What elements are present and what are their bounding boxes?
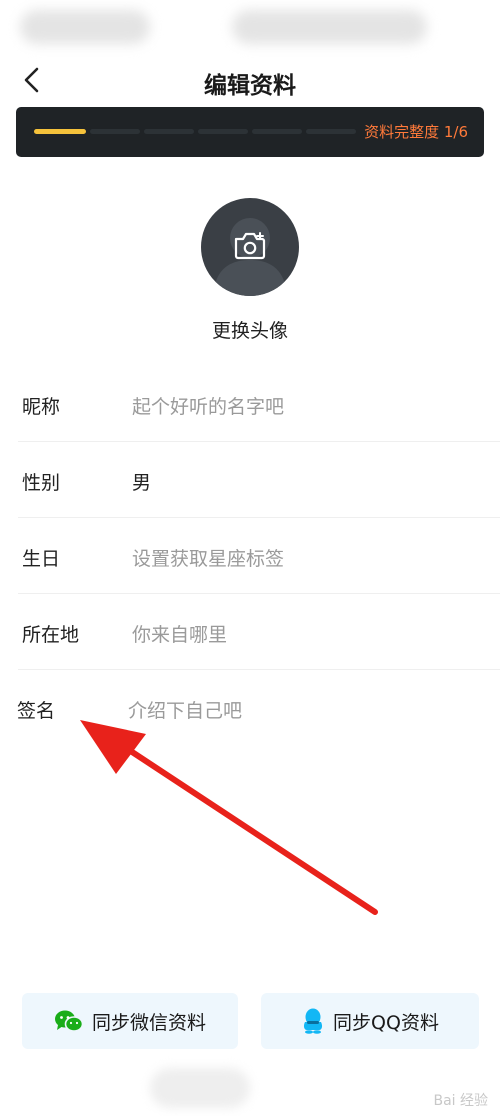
qq-icon bbox=[301, 1008, 325, 1034]
baidu-watermark: Bai 经验 bbox=[433, 1093, 488, 1109]
sync-qq-label: 同步QQ资料 bbox=[333, 1011, 439, 1034]
wechat-icon bbox=[54, 1009, 84, 1033]
sync-wechat-label: 同步微信资料 bbox=[91, 1011, 206, 1034]
sync-qq-button[interactable]: 同步QQ资料 bbox=[261, 993, 479, 1049]
sync-wechat-button[interactable]: 同步微信资料 bbox=[22, 993, 238, 1049]
red-annotation-arrow bbox=[80, 720, 378, 915]
home-indicator bbox=[150, 1068, 250, 1108]
